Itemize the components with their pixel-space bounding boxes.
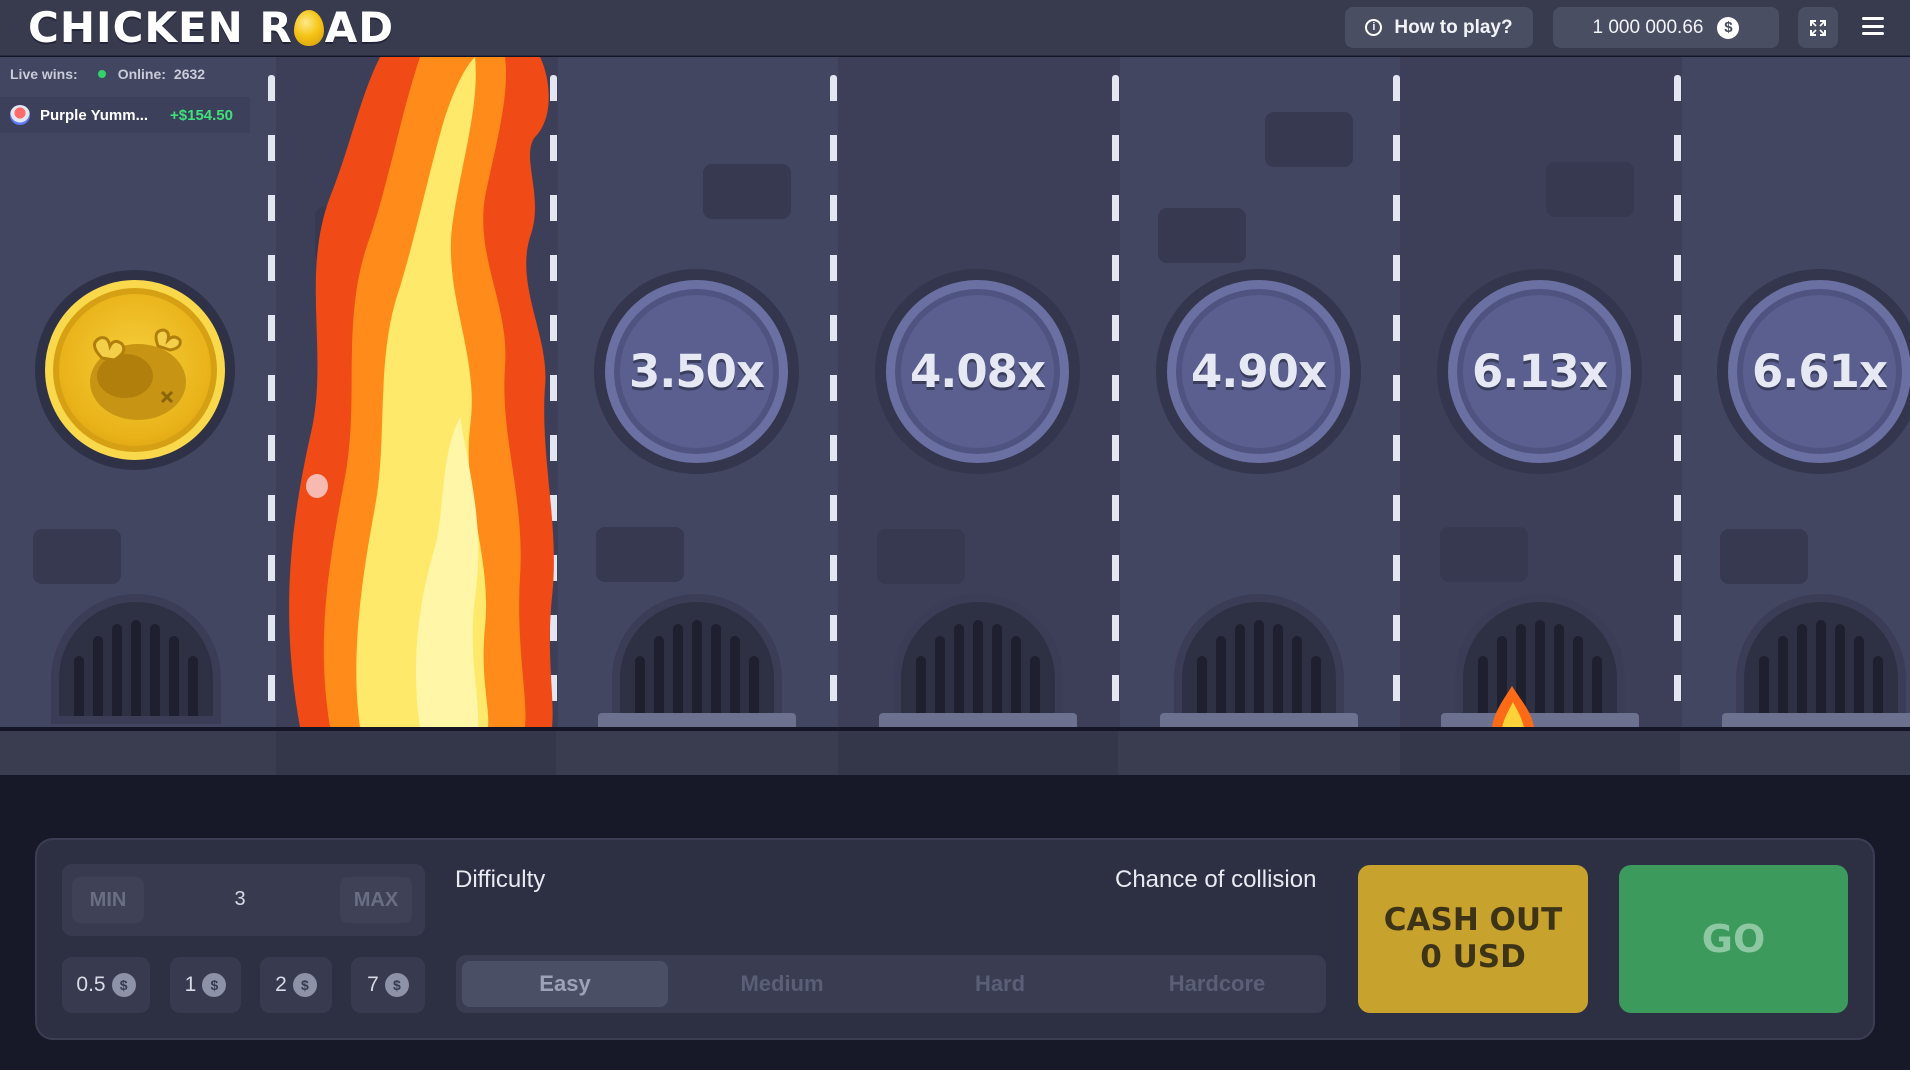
difficulty-label: Difficulty — [455, 866, 546, 893]
go-button[interactable]: GO — [1619, 865, 1848, 1013]
sidewalk — [0, 731, 1910, 775]
lane-divider — [1674, 75, 1681, 727]
sewer-grate — [1174, 594, 1344, 724]
sewer-grate — [51, 594, 221, 724]
top-bar: CHICKEN R AD i How to play? 1 000 000.66 … — [0, 0, 1910, 56]
dollar-coin-icon: $ — [111, 973, 136, 997]
chip-button[interactable]: 2 $ — [260, 957, 332, 1013]
dollar-coin-icon: $ — [292, 973, 317, 997]
difficulty-medium[interactable]: Medium — [679, 961, 885, 1007]
chip-button[interactable]: 1 $ — [170, 957, 241, 1013]
multiplier-value: 4.08x — [909, 345, 1046, 398]
chip-button[interactable]: 7 $ — [351, 957, 425, 1013]
multiplier-value: 6.13x — [1471, 345, 1608, 398]
multiplier-tile[interactable]: 4.90x — [1156, 269, 1361, 474]
multiplier-tile[interactable]: 4.08x — [875, 269, 1080, 474]
live-wins-label: Live wins: — [10, 66, 78, 82]
multiplier-value: 4.90x — [1190, 345, 1327, 398]
game-area: 3.50x 4.08x 4.90x 6.13x 6.61x — [0, 57, 1910, 727]
online-count: 2632 — [173, 66, 206, 82]
difficulty-easy[interactable]: Easy — [462, 961, 668, 1007]
online-label: Online: — [117, 66, 166, 82]
live-wins-panel: Live wins: Online: 2632 Purple Yumm... +… — [0, 57, 250, 139]
fire-obstacle — [289, 57, 554, 727]
live-win-item: Purple Yumm... +$154.50 — [0, 97, 250, 133]
chip-button[interactable]: 0.5 $ — [62, 957, 150, 1013]
roast-chicken-icon — [90, 328, 186, 420]
menu-button[interactable] — [1862, 17, 1884, 35]
small-flame-icon — [1492, 686, 1534, 727]
fullscreen-icon — [1810, 19, 1826, 36]
dollar-coin-icon: $ — [384, 973, 409, 997]
menu-icon — [1862, 17, 1884, 20]
info-icon: i — [1365, 19, 1383, 36]
collision-chance-label: Chance of collision — [1115, 866, 1317, 893]
multiplier-tile[interactable]: 6.13x — [1437, 269, 1642, 474]
fullscreen-button[interactable] — [1798, 7, 1838, 48]
winner-name: Purple Yumm... — [40, 106, 149, 124]
online-dot-icon — [97, 70, 106, 78]
cash-out-button[interactable]: CASH OUT 0 USD — [1358, 865, 1588, 1013]
egg-icon — [293, 10, 324, 46]
cash-out-amount: 0 USD — [1420, 939, 1526, 975]
lane-divider — [1112, 75, 1119, 727]
lane-divider — [1393, 75, 1400, 727]
how-to-play-button[interactable]: i How to play? — [1345, 7, 1533, 48]
winner-amount: +$154.50 — [170, 106, 233, 124]
difficulty-hardcore[interactable]: Hardcore — [1114, 961, 1320, 1007]
multiplier-tile[interactable]: 6.61x — [1717, 269, 1910, 474]
balance-display: 1 000 000.66 $ — [1553, 7, 1779, 48]
sewer-grate — [1736, 594, 1906, 724]
logo: CHICKEN R AD — [28, 3, 395, 52]
avatar — [10, 105, 30, 125]
lane-divider — [830, 75, 837, 727]
how-to-play-label: How to play? — [1394, 16, 1513, 38]
difficulty-hard[interactable]: Hard — [897, 961, 1103, 1007]
multiplier-value: 6.61x — [1751, 345, 1888, 398]
bet-amount-input[interactable]: 3 — [200, 888, 280, 911]
balance-value: 1 000 000.66 — [1592, 16, 1704, 38]
multiplier-value: 3.50x — [628, 345, 765, 398]
dollar-coin-icon: $ — [202, 973, 227, 997]
currency-icon: $ — [1717, 16, 1740, 39]
min-bet-button[interactable]: MIN — [72, 877, 144, 923]
multiplier-tile[interactable]: 3.50x — [594, 269, 799, 474]
chicken-coin — [35, 270, 235, 470]
sewer-grate — [612, 594, 782, 724]
max-bet-button[interactable]: MAX — [340, 877, 412, 923]
cash-out-label: CASH OUT — [1383, 902, 1563, 938]
